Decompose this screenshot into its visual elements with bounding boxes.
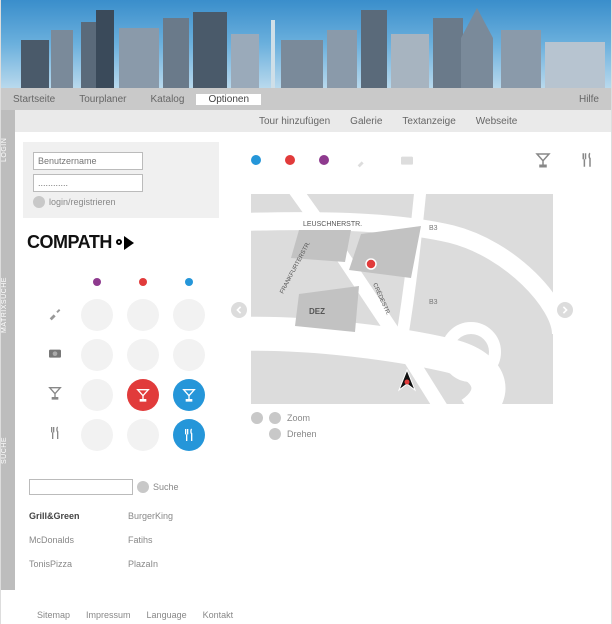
matrix-cell-active[interactable] <box>173 379 205 411</box>
zoom-label: Zoom <box>287 413 310 423</box>
matrix-cell[interactable] <box>81 299 113 331</box>
search-input[interactable] <box>29 479 133 495</box>
cat-dot-red[interactable] <box>285 155 295 165</box>
map-street-1: LEUSCHNERSTR. <box>303 221 362 228</box>
matrix-cell[interactable] <box>173 339 205 371</box>
right-column: LEUSCHNERSTR. FRANKFURTERSTR. CRÉDESTR. … <box>227 132 611 592</box>
matrix-col-dot-2[interactable] <box>139 278 147 286</box>
left-column: login/registrieren COMPATH <box>15 132 227 592</box>
side-rail: LOGIN MATRIXSUCHE SUCHE <box>1 110 15 590</box>
map-road-1: B3 <box>429 225 438 232</box>
matrix-cell[interactable] <box>81 339 113 371</box>
result-item[interactable]: BurgerKing <box>128 511 219 521</box>
cocktail-icon[interactable] <box>533 150 553 170</box>
subnav-tour[interactable]: Tour hinzufügen <box>249 116 340 127</box>
nav-hilfe[interactable]: Hilfe <box>567 94 611 105</box>
logo-icon <box>116 236 134 250</box>
restaurant-icon <box>47 428 63 445</box>
camera-icon[interactable] <box>397 150 417 170</box>
restaurant-icon[interactable] <box>577 150 597 170</box>
matrix-cell[interactable] <box>127 299 159 331</box>
subnav-webseite[interactable]: Webseite <box>466 116 528 127</box>
matrix-cell[interactable] <box>81 419 113 451</box>
rotate-label: Drehen <box>287 429 317 439</box>
side-label-suche: SUCHE <box>1 430 15 470</box>
matrix-cell[interactable] <box>173 299 205 331</box>
nav-startseite[interactable]: Startseite <box>1 94 67 105</box>
login-box: login/registrieren <box>23 142 219 218</box>
search-results: Grill&Green BurgerKing McDonalds Fatihs … <box>29 511 219 569</box>
subnav-textanz[interactable]: Textanzeige <box>392 116 465 127</box>
side-label-login: LOGIN <box>1 130 15 170</box>
cocktail-icon <box>47 388 63 405</box>
matrix-cell-active[interactable] <box>173 419 205 451</box>
subnav-galerie[interactable]: Galerie <box>340 116 392 127</box>
rotate-icon[interactable] <box>269 428 281 440</box>
matrix-cell-active[interactable] <box>127 379 159 411</box>
side-label-matrix: MATRIXSUCHE <box>1 270 15 340</box>
username-field[interactable] <box>33 152 143 170</box>
nav-tourplaner[interactable]: Tourplaner <box>67 94 138 105</box>
footer-impressum[interactable]: Impressum <box>86 610 131 620</box>
result-item[interactable]: PlazaIn <box>128 559 219 569</box>
zoom-out-icon[interactable] <box>251 412 263 424</box>
matrix-col-dot-1[interactable] <box>93 278 101 286</box>
brush-icon[interactable] <box>353 150 373 170</box>
map-container: LEUSCHNERSTR. FRANKFURTERSTR. CRÉDESTR. … <box>251 194 553 426</box>
camera-icon <box>47 348 63 365</box>
nav-sub: Tour hinzufügen Galerie Textanzeige Webs… <box>1 110 611 132</box>
logo-text: COMPATH <box>27 232 112 253</box>
cat-dot-blue[interactable] <box>251 155 261 165</box>
matrix-col-dot-3[interactable] <box>185 278 193 286</box>
nav-optionen[interactable]: Optionen <box>196 94 261 105</box>
map[interactable]: LEUSCHNERSTR. FRANKFURTERSTR. CRÉDESTR. … <box>251 194 553 404</box>
matrix-cell[interactable] <box>127 339 159 371</box>
zoom-in-icon[interactable] <box>269 412 281 424</box>
matrix-cell[interactable] <box>81 379 113 411</box>
matrix-cell[interactable] <box>127 419 159 451</box>
cat-dot-purple[interactable] <box>319 155 329 165</box>
footer-language[interactable]: Language <box>147 610 187 620</box>
nav-katalog[interactable]: Katalog <box>139 94 197 105</box>
result-item[interactable]: McDonalds <box>29 535 120 545</box>
result-item[interactable]: Fatihs <box>128 535 219 545</box>
header-banner <box>1 0 611 88</box>
map-label-dez: DEZ <box>309 307 325 316</box>
password-field[interactable] <box>33 174 143 192</box>
footer: Sitemap Impressum Language Kontakt <box>37 610 233 620</box>
map-nav-left[interactable] <box>231 302 247 318</box>
footer-kontakt[interactable]: Kontakt <box>203 610 234 620</box>
brush-icon <box>47 308 63 325</box>
login-action-label[interactable]: login/registrieren <box>49 197 116 207</box>
category-row <box>251 150 597 170</box>
search-submit-icon[interactable] <box>137 481 149 493</box>
map-road-2: B3 <box>429 299 438 306</box>
result-item[interactable]: Grill&Green <box>29 511 120 521</box>
map-nav-right[interactable] <box>557 302 573 318</box>
nav-main: Startseite Tourplaner Katalog Optionen H… <box>1 88 611 110</box>
result-item[interactable]: TonisPizza <box>29 559 120 569</box>
footer-sitemap[interactable]: Sitemap <box>37 610 70 620</box>
logo: COMPATH <box>27 232 219 253</box>
login-submit-icon[interactable] <box>33 196 45 208</box>
search-label: Suche <box>153 482 179 492</box>
matrix-grid <box>29 265 219 459</box>
